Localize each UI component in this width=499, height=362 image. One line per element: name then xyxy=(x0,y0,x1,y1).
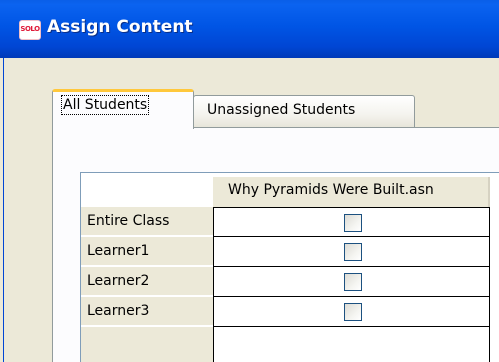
window-title: Assign Content xyxy=(47,17,193,37)
tab-all-students[interactable]: All Students xyxy=(52,89,194,129)
assign-checkbox-learner2[interactable] xyxy=(344,273,362,291)
row-header-learner2[interactable]: Learner2 xyxy=(81,267,213,297)
row-header-learner3[interactable]: Learner3 xyxy=(81,297,213,327)
column-header-label: Why Pyramids Were Built.asn xyxy=(228,182,434,198)
solo-app-icon: SOLO xyxy=(19,20,41,40)
row-header-partial xyxy=(81,327,213,362)
grid-cell xyxy=(213,207,490,237)
row-header-entire-class[interactable]: Entire Class xyxy=(81,207,213,237)
assign-checkbox-learner1[interactable] xyxy=(344,243,362,261)
row-label: Learner3 xyxy=(87,303,150,319)
tab-unassigned-students-label: Unassigned Students xyxy=(207,102,356,118)
assign-checkbox-entire-class[interactable] xyxy=(344,214,362,232)
tab-unassigned-students[interactable]: Unassigned Students xyxy=(193,95,415,127)
grid-corner-cell xyxy=(81,177,213,207)
tab-all-students-label: All Students xyxy=(60,95,150,115)
title-bar[interactable]: SOLO Assign Content xyxy=(0,0,499,58)
row-label: Entire Class xyxy=(87,213,170,229)
grid-cell xyxy=(213,237,490,267)
grid-cell xyxy=(213,297,490,327)
grid-cell xyxy=(213,327,490,362)
grid-cell xyxy=(213,267,490,297)
app-icon-text: SOLO xyxy=(20,25,40,33)
assign-checkbox-learner3[interactable] xyxy=(344,303,362,321)
row-label: Learner2 xyxy=(87,273,150,289)
column-header-content[interactable]: Why Pyramids Were Built.asn xyxy=(213,177,490,207)
row-header-learner1[interactable]: Learner1 xyxy=(81,237,213,267)
row-label: Learner1 xyxy=(87,243,150,259)
